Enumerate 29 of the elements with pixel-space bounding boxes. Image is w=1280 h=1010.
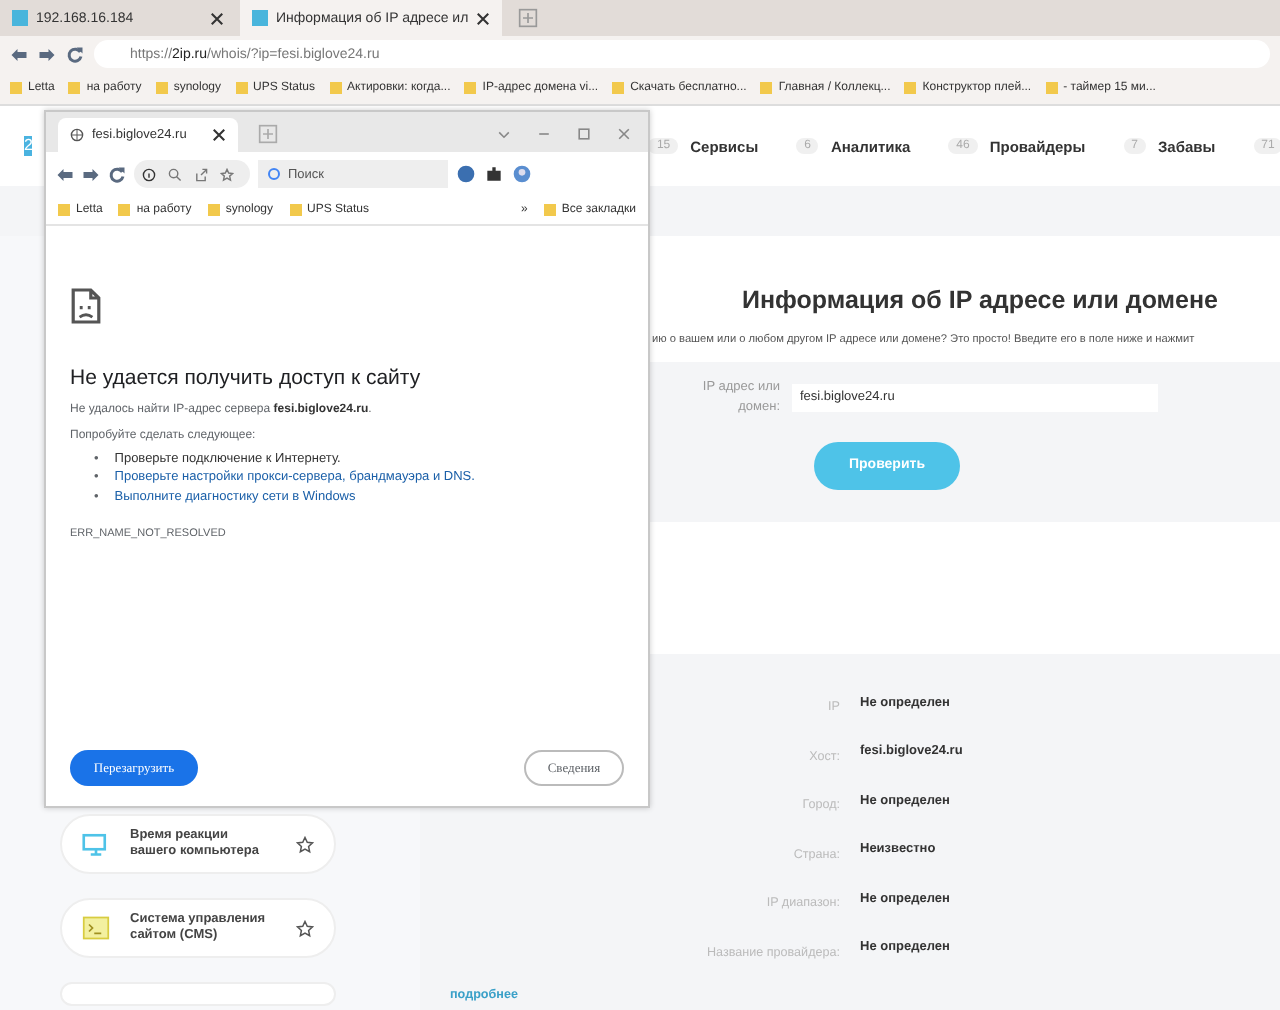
- chevron-down-icon[interactable]: [496, 126, 512, 142]
- globe-icon: [70, 128, 84, 142]
- star-icon[interactable]: [296, 835, 314, 853]
- back-icon[interactable]: [56, 165, 74, 183]
- error-heading: Не удается получить доступ к сайту: [70, 366, 423, 390]
- extension-icon[interactable]: [456, 164, 476, 184]
- maximize-icon[interactable]: [576, 126, 592, 142]
- close-icon[interactable]: [210, 11, 224, 25]
- forward-icon[interactable]: [82, 165, 100, 183]
- close-icon[interactable]: [212, 128, 226, 142]
- forward-icon[interactable]: [38, 45, 56, 63]
- favicon-icon: [12, 10, 28, 26]
- info-icon[interactable]: [142, 167, 156, 181]
- page-info-bar[interactable]: [134, 160, 250, 188]
- star-icon[interactable]: [220, 167, 234, 181]
- zoom-icon[interactable]: [168, 167, 182, 181]
- share-icon[interactable]: [194, 167, 208, 181]
- monitor-icon: [82, 830, 110, 858]
- reload-icon[interactable]: [66, 45, 84, 63]
- back-icon[interactable]: [10, 45, 28, 63]
- close-icon[interactable]: [476, 11, 491, 25]
- star-icon[interactable]: [296, 919, 314, 937]
- sad-page-icon: [70, 286, 102, 326]
- profile-icon[interactable]: [512, 164, 532, 184]
- terminal-icon: [82, 914, 110, 942]
- page-title: Информация об IP адресе или домене: [739, 286, 1219, 314]
- favicon-icon: [252, 10, 268, 26]
- google-icon: [268, 168, 280, 180]
- reload-icon[interactable]: [108, 165, 126, 183]
